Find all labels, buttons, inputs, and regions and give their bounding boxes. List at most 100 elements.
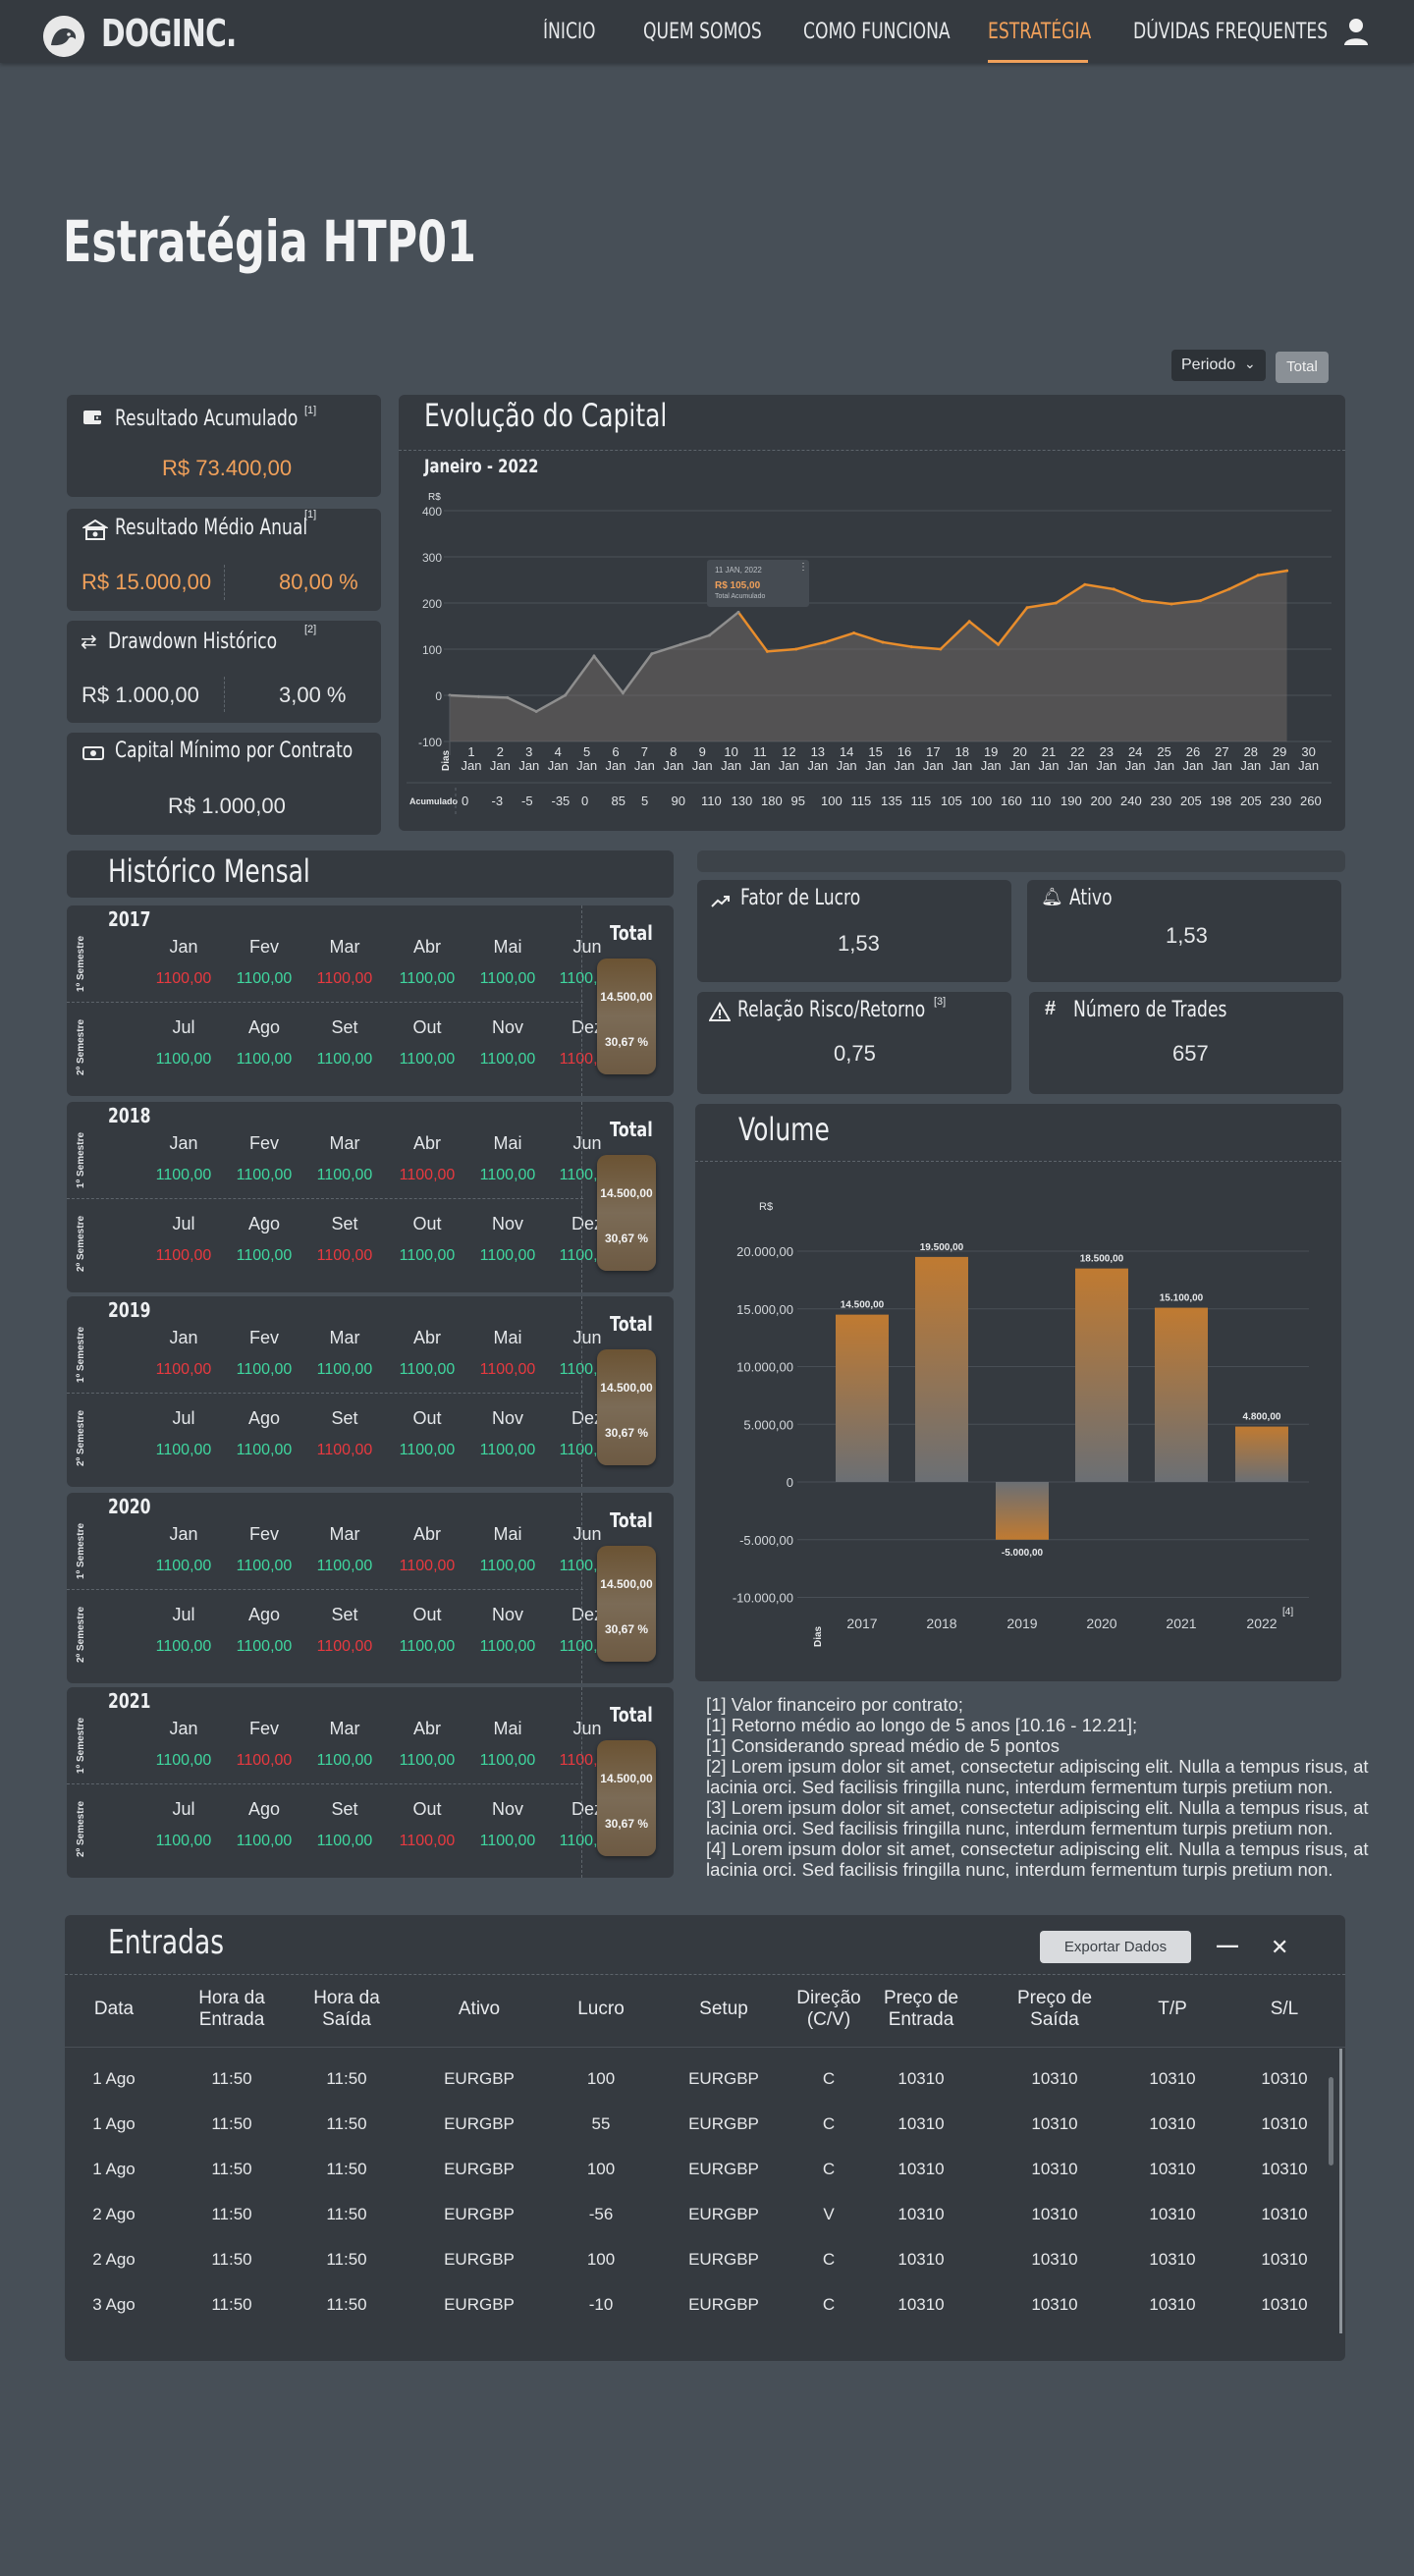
more-icon[interactable]: ⋮ [798, 562, 808, 573]
minimize-button[interactable]: — [1217, 1933, 1238, 1958]
accumulated-value: 230 [1271, 794, 1292, 808]
x-tick-day: 26 [1186, 744, 1200, 759]
bar-value-label: 4.800,00 [1243, 1412, 1281, 1423]
nav-inicio[interactable]: ÍNICIO [543, 20, 596, 44]
year-label: 2017 [108, 907, 151, 931]
table-row[interactable]: 1 Ago 11:50 11:50 EURGBP 55 EURGBP C 10310 10310… [65, 2114, 1332, 2138]
month-label: Mai [493, 1133, 522, 1153]
x-tick-month: Jan [1298, 758, 1319, 773]
card-entradas: Entradas Data Hora da Entrada Hora da Saída A… [65, 1915, 1345, 2361]
logo-icon[interactable] [43, 16, 84, 57]
table-cell: 1 Ago [92, 2069, 136, 2088]
table-cell: 10310 [897, 2250, 945, 2269]
month-label: Mai [493, 1524, 522, 1544]
capital-chart-svg: R$4003002001000-1001Jan2Jan3Jan4Jan5Jan6… [407, 492, 1332, 817]
accumulated-value: 260 [1300, 794, 1322, 808]
month-label: Set [331, 1214, 358, 1233]
nav-como-funciona[interactable]: COMO FUNCIONA [803, 20, 951, 44]
column-header-line: Entrada [888, 2009, 954, 2030]
logo-text[interactable]: DOGINC. [101, 12, 237, 55]
month-label: Abr [412, 1133, 441, 1153]
accumulated-value: 85 [612, 794, 625, 808]
total-badge: 14.500,00 30,67 % [597, 1155, 656, 1271]
table-row[interactable]: 3 Ago 11:50 11:50 EURGBP -10 EURGBP C 10310 1031… [65, 2295, 1332, 2319]
column-header: Preço de Entrada [867, 1988, 975, 2031]
data-point [1198, 599, 1202, 603]
table-cell: 10310 [1031, 2205, 1078, 2223]
data-point [1169, 602, 1173, 606]
accumulated-value: 0 [581, 794, 588, 808]
column-header-line: Hora da [313, 1988, 380, 2008]
x-tick-month: Jan [548, 758, 569, 773]
nav-duvidas-frequentes[interactable]: DÚVIDAS FREQUENTES [1133, 20, 1328, 44]
x-tick-month: Jan [721, 758, 741, 773]
year-card: 2019 1º Semestre 2º Semestre Jan 1100,00 Jul 1… [67, 1296, 674, 1487]
table-cell: 10310 [1149, 2114, 1196, 2133]
data-point [679, 642, 682, 646]
data-point [1083, 582, 1087, 586]
data-point [564, 693, 568, 697]
x-tick-label: 2018 [926, 1616, 956, 1631]
month-label: Mar [329, 1328, 360, 1347]
data-point [1285, 569, 1289, 573]
scrollbar-thumb[interactable] [1329, 2077, 1333, 2165]
month-label: Mar [329, 1133, 360, 1153]
x-tick-month: Jan [1154, 758, 1174, 773]
accumulated-value: -35 [552, 794, 571, 808]
export-data-button[interactable]: Exportar Dados [1040, 1931, 1191, 1963]
column-header-line: Hora da [198, 1988, 265, 2008]
x-tick-day: 10 [724, 744, 737, 759]
scrollbar-track[interactable] [1339, 2049, 1342, 2333]
bar [1155, 1307, 1208, 1482]
entradas-title: Entradas [108, 1923, 225, 1962]
value: R$ 1.000,00 [168, 794, 286, 818]
total-button[interactable]: Total [1276, 352, 1329, 383]
x-tick-day: 14 [840, 744, 853, 759]
y-tick-label: 15.000,00 [736, 1302, 793, 1317]
month-value: 1100,00 [155, 970, 212, 987]
month-label: Mai [493, 1719, 522, 1738]
total-value: 14.500,00 [600, 1577, 653, 1591]
semester-2-label: 2º Semestre [76, 1409, 86, 1466]
month-label: Out [412, 1605, 442, 1624]
table-cell: 1 Ago [92, 2114, 136, 2133]
data-point [1256, 574, 1260, 577]
accumulated-value: 198 [1211, 794, 1232, 808]
table-row[interactable]: 1 Ago 11:50 11:50 EURGBP 100 EURGBP C 10310 1031… [65, 2160, 1332, 2183]
data-point [852, 631, 856, 635]
month-label: Fev [248, 1328, 279, 1347]
nav-quem-somos[interactable]: QUEM SOMOS [643, 20, 762, 44]
period-select[interactable]: Periodo ⌄ [1171, 350, 1266, 381]
user-icon[interactable] [1343, 18, 1369, 50]
x-tick-month: Jan [837, 758, 857, 773]
semester-1-label: 1º Semestre [76, 1326, 86, 1383]
table-cell: 11:50 [211, 2160, 252, 2178]
data-point [939, 647, 943, 651]
close-button[interactable]: ✕ [1271, 1935, 1288, 1960]
table-cell: 10310 [1261, 2114, 1308, 2133]
table-row[interactable]: 2 Ago 11:50 11:50 EURGBP 100 EURGBP C 10310 1031… [65, 2250, 1332, 2274]
table-cell: 100 [586, 2069, 616, 2088]
value: 0,75 [834, 1041, 876, 1066]
card-title: Resultado Médio Anual [115, 516, 308, 540]
table-cell: 10310 [897, 2114, 945, 2133]
nav-estrategia[interactable]: ESTRATÉGIA [988, 20, 1091, 44]
table-row[interactable]: 2 Ago 11:50 11:50 EURGBP -56 EURGBP V 10310 1031… [65, 2205, 1332, 2228]
column-header-line: Preço de [883, 1988, 959, 2008]
bar [915, 1256, 968, 1482]
total-percent: 30,67 % [604, 1622, 649, 1636]
column-header: Hora da Saída [293, 1988, 401, 2031]
semester-1-label: 1º Semestre [76, 1131, 86, 1188]
total-percent: 30,67 % [604, 1232, 649, 1245]
value: 657 [1172, 1041, 1209, 1066]
table-row[interactable]: 1 Ago 11:50 11:50 EURGBP 100 EURGBP C 10310 1031… [65, 2069, 1332, 2093]
month-label: Abr [412, 937, 441, 957]
table-cell: 10310 [1149, 2069, 1196, 2088]
month-label: Ago [247, 1214, 281, 1233]
column-header: Direção (C/V) [785, 1988, 873, 2031]
x-tick-day: 6 [612, 744, 619, 759]
month-value: 1100,00 [479, 970, 536, 987]
x-tick-month: Jan [779, 758, 799, 773]
column-header: Ativo [425, 1999, 533, 2020]
accumulated-value: -5 [521, 794, 533, 808]
